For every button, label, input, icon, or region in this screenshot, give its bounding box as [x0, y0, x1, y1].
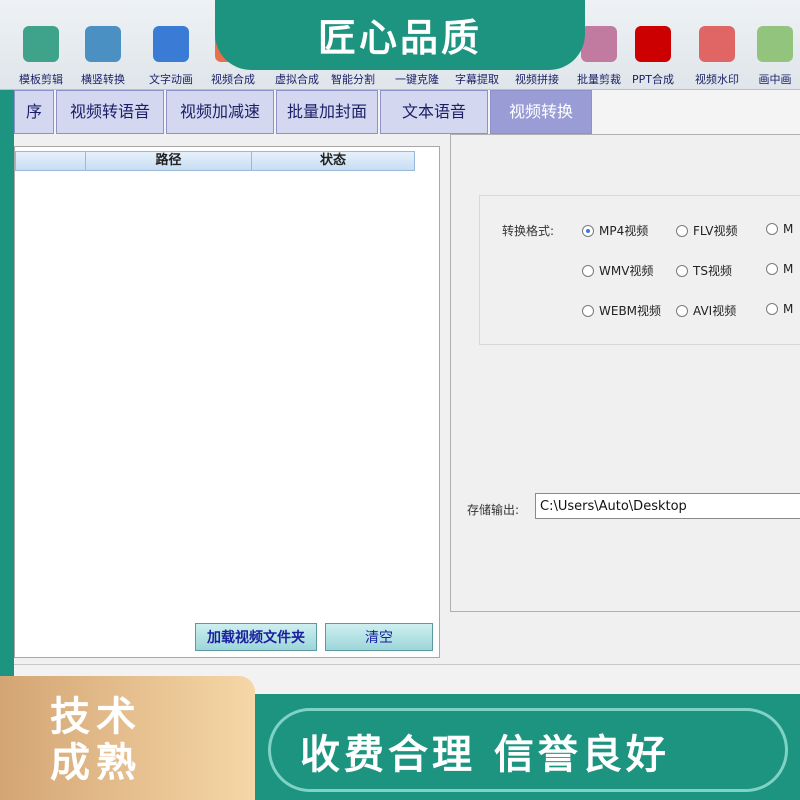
format-option[interactable]: M — [766, 262, 793, 276]
format-option-label: AVI视频 — [693, 304, 737, 318]
toolbar-label: 一键克隆 — [395, 73, 439, 86]
radio-button[interactable] — [676, 225, 688, 237]
format-group: 转换格式: MP4视频 FLV视频 M WMV视频 TS视频 M WEBM视频 AVI视频 M — [479, 195, 800, 345]
toolbar-label: 视频拼接 — [515, 73, 559, 86]
tab-batch-cover[interactable]: 批量加封面 — [276, 90, 378, 134]
toolbar-label: PPT合成 — [632, 73, 674, 86]
format-option[interactable]: MP4视频 — [582, 222, 648, 239]
format-option-label: M — [783, 262, 794, 276]
tab-bar: 序 视频转语音 视频加减速 批量加封面 文本语音 视频转换 — [14, 90, 800, 134]
toolbar-label: 视频合成 — [211, 73, 255, 86]
format-option-label: MP4视频 — [599, 224, 649, 238]
watermark-icon — [699, 26, 735, 62]
text-animation-icon — [153, 26, 189, 62]
column-header-blank — [16, 152, 86, 170]
toolbar-label: 模板剪辑 — [19, 73, 63, 86]
column-header-path[interactable]: 路径 — [86, 152, 252, 170]
tab-video-speed[interactable]: 视频加减速 — [166, 90, 274, 134]
format-option-label: M — [783, 302, 794, 316]
pip-icon — [757, 26, 793, 62]
radio-button[interactable] — [766, 263, 778, 275]
tab-video-convert[interactable]: 视频转换 — [490, 90, 592, 134]
format-option[interactable]: WMV视频 — [582, 262, 653, 279]
load-folder-button[interactable]: 加载视频文件夹 — [195, 623, 317, 651]
toolbar-text-animation-button[interactable]: 文字动画 — [138, 22, 204, 88]
toolbar-template-edit-button[interactable]: 模板剪辑 — [8, 22, 74, 88]
format-option-label: TS视频 — [693, 264, 732, 278]
output-label: 存储输出: — [467, 503, 520, 517]
format-label: 转换格式: — [502, 224, 555, 238]
radio-button[interactable] — [676, 265, 688, 277]
toolbar-label: 文字动画 — [149, 73, 193, 86]
column-header-status[interactable]: 状态 — [252, 152, 414, 170]
radio-button[interactable] — [582, 265, 594, 277]
main-area: 路径 状态 加载视频文件夹 清空 转换格式: MP4视频 FLV视频 M WMV视频 T… — [14, 134, 800, 664]
file-list-header: 路径 状态 — [15, 151, 415, 171]
toolbar-pip-button[interactable]: 画中画 — [742, 22, 800, 88]
promo-badge-text: 技术成熟 — [50, 694, 142, 786]
clear-button[interactable]: 清空 — [325, 623, 433, 651]
toolbar-ppt-merge-button[interactable]: PPT合成 — [620, 22, 686, 88]
toolbar-label: 智能分割 — [331, 73, 375, 86]
toolbar-orientation-button[interactable]: 横竖转换 — [70, 22, 136, 88]
tab-video-to-audio[interactable]: 视频转语音 — [56, 90, 164, 134]
settings-panel: 转换格式: MP4视频 FLV视频 M WMV视频 TS视频 M WEBM视频 AVI视频 M … — [450, 134, 800, 612]
tab-text-to-speech[interactable]: 文本语音 — [380, 90, 488, 134]
format-option[interactable]: FLV视频 — [676, 222, 737, 239]
toolbar-label: 视频水印 — [695, 73, 739, 86]
ppt-merge-icon — [635, 26, 671, 62]
promo-slogan: 收费合理 信誉良好 — [300, 732, 670, 778]
tab-sequence[interactable]: 序 — [14, 90, 54, 134]
orientation-icon — [85, 26, 121, 62]
format-option[interactable]: M — [766, 302, 793, 316]
format-option-label: FLV视频 — [693, 224, 738, 238]
radio-button[interactable] — [676, 305, 688, 317]
radio-button[interactable] — [766, 223, 778, 235]
batch-crop-icon — [581, 26, 617, 62]
format-option-label: WEBM视频 — [599, 304, 662, 318]
toolbar-label: 画中画 — [758, 73, 792, 86]
radio-button[interactable] — [582, 305, 594, 317]
toolbar-label: 字幕提取 — [455, 73, 499, 86]
toolbar-label: 横竖转换 — [81, 73, 125, 86]
radio-button[interactable] — [582, 225, 594, 237]
format-option[interactable]: TS视频 — [676, 262, 732, 279]
output-path-input[interactable] — [535, 493, 800, 519]
format-option[interactable]: M — [766, 222, 793, 236]
format-option-label: M — [783, 222, 794, 236]
file-list-panel[interactable]: 路径 状态 加载视频文件夹 清空 — [14, 146, 440, 658]
banner-title: 匠心品质 — [215, 0, 585, 70]
radio-button[interactable] — [766, 303, 778, 315]
format-option-label: WMV视频 — [599, 264, 654, 278]
template-edit-icon — [23, 26, 59, 62]
format-option[interactable]: AVI视频 — [676, 302, 736, 319]
toolbar-watermark-button[interactable]: 视频水印 — [684, 22, 750, 88]
format-option[interactable]: WEBM视频 — [582, 302, 661, 319]
